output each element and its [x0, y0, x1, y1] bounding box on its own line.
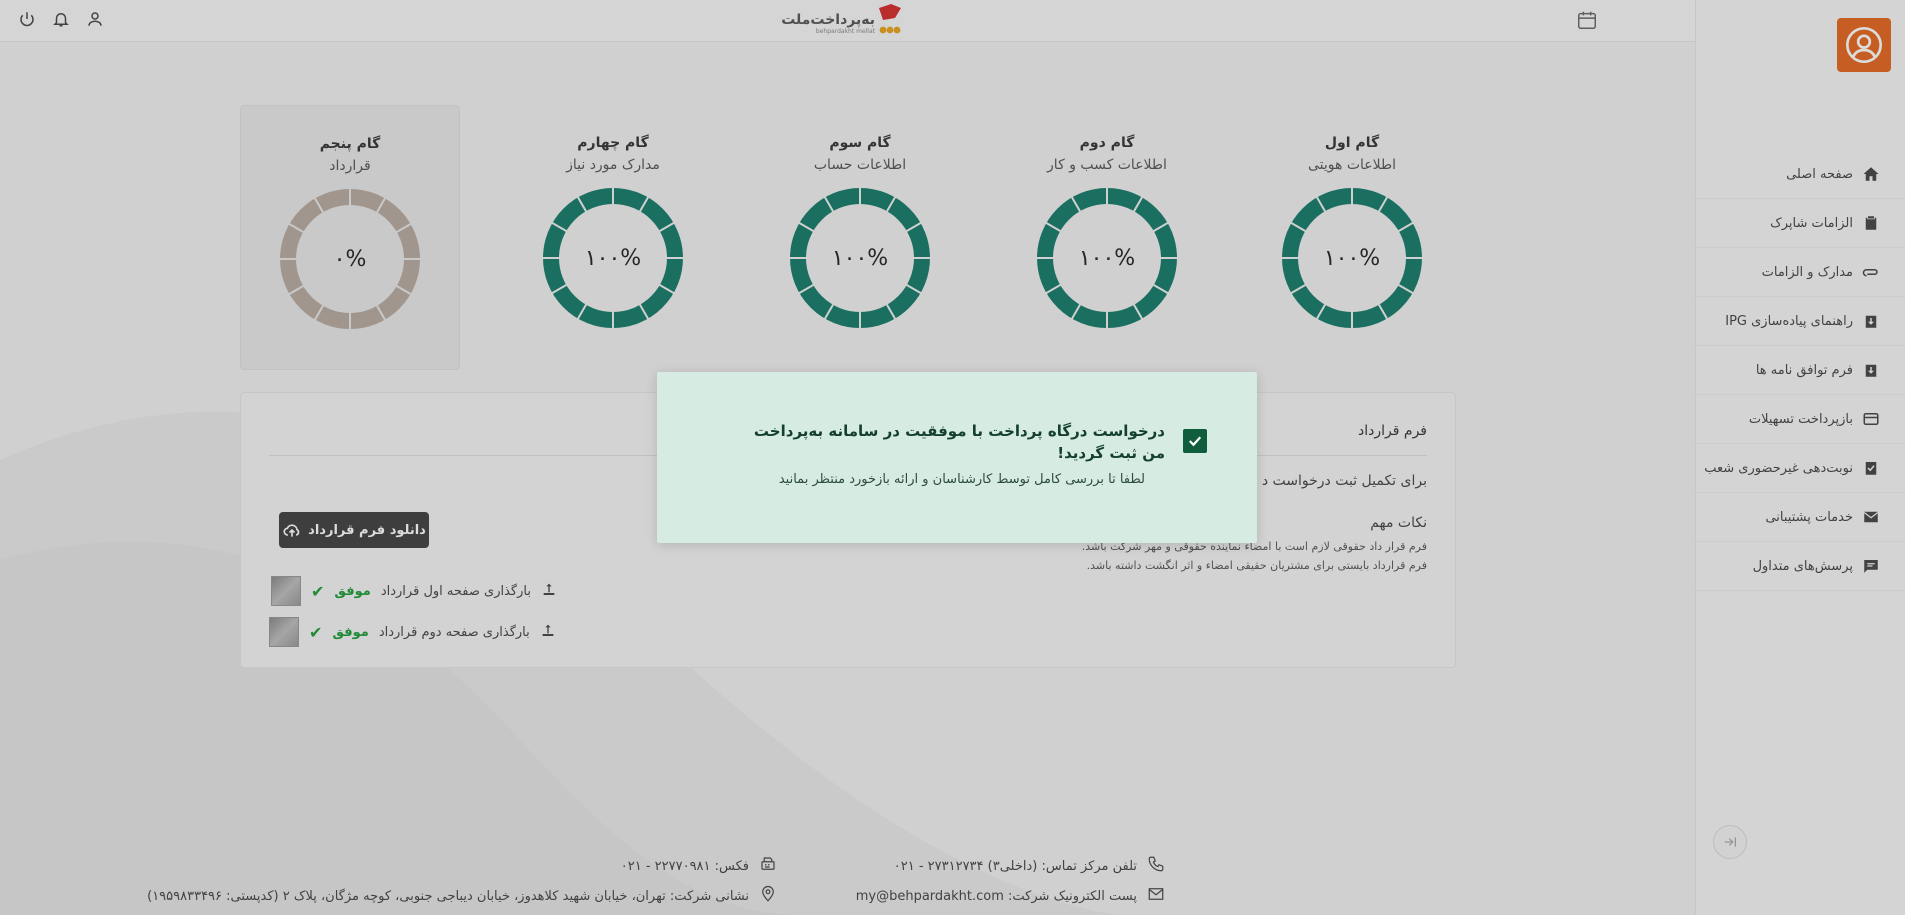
success-modal: درخواست درگاه پرداخت با موفقیت در سامانه… [657, 372, 1257, 543]
success-check-icon [1183, 429, 1207, 453]
modal-body: لطفا تا بررسی کامل توسط کارشناسان و ارائ… [778, 472, 1145, 487]
modal-title: درخواست درگاه پرداخت با موفقیت در سامانه… [753, 422, 1165, 462]
